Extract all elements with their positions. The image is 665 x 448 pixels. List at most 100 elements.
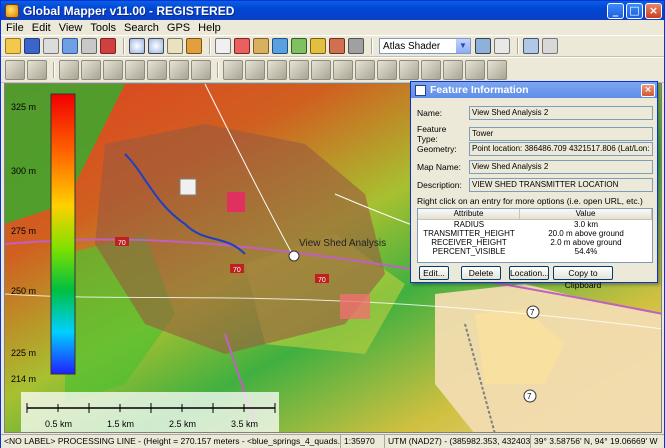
intersect-icon[interactable] <box>421 60 441 80</box>
table-row[interactable]: RADIUS 3.0 km <box>418 220 652 229</box>
chevron-down-icon[interactable]: ▼ <box>456 39 470 53</box>
column-value[interactable]: Value <box>520 209 652 219</box>
toolbar-separator <box>53 62 55 78</box>
location-button[interactable]: Location... <box>509 266 549 280</box>
star-icon[interactable] <box>542 38 558 54</box>
create-point-icon[interactable] <box>191 60 211 80</box>
draw-circle-icon[interactable] <box>289 60 309 80</box>
save-icon[interactable] <box>24 38 40 54</box>
transmitter-marker-icon[interactable] <box>288 250 300 262</box>
geometry-label: Geometry: <box>417 144 457 154</box>
move-feature-icon[interactable] <box>81 60 101 80</box>
create-area-icon[interactable] <box>5 60 25 80</box>
light-direction-icon[interactable] <box>475 38 491 54</box>
mapname-label: Map Name: <box>417 162 461 172</box>
crop-icon[interactable] <box>377 60 397 80</box>
tools-icon[interactable] <box>100 38 116 54</box>
digitizer-icon[interactable] <box>234 38 250 54</box>
difference-icon[interactable] <box>443 60 463 80</box>
type-field[interactable]: Tower <box>469 127 653 141</box>
legend-label: 325 m <box>11 102 36 112</box>
zoom-out-icon[interactable] <box>148 38 164 54</box>
smooth-line-icon[interactable] <box>169 60 189 80</box>
draw-area-icon[interactable] <box>245 60 265 80</box>
close-button[interactable]: × <box>645 2 662 19</box>
toolbar-separator <box>217 62 219 78</box>
table-row[interactable]: TRANSMITTER_HEIGHT 20.0 m above ground <box>418 229 652 238</box>
draw-line-icon[interactable] <box>223 60 243 80</box>
dialog-close-button[interactable]: × <box>641 83 655 97</box>
menu-view[interactable]: View <box>59 22 83 34</box>
maximize-button[interactable]: □ <box>626 2 643 19</box>
feature-info-dialog: Feature Information × Name: View Shed An… <box>410 81 658 290</box>
layer-icon[interactable] <box>523 38 539 54</box>
measure-icon[interactable] <box>253 38 269 54</box>
name-field[interactable]: View Shed Analysis 2 <box>469 106 653 120</box>
attr-cell: TRANSMITTER_HEIGHT <box>423 229 515 238</box>
edit-vertex-icon[interactable] <box>59 60 79 80</box>
viewshed-hit <box>340 294 370 319</box>
dialog-title-bar[interactable]: Feature Information × <box>411 82 657 98</box>
view-shed-icon[interactable] <box>310 38 326 54</box>
union-icon[interactable] <box>399 60 419 80</box>
split-line-icon[interactable] <box>125 60 145 80</box>
draw-rect-icon[interactable] <box>267 60 287 80</box>
3d-view-icon[interactable] <box>329 38 345 54</box>
open-folder-icon[interactable] <box>5 38 21 54</box>
draw-arrow-icon[interactable] <box>333 60 353 80</box>
edit-button[interactable]: Edit... <box>419 266 449 280</box>
column-attribute[interactable]: Attribute <box>418 209 520 219</box>
shader-dropdown[interactable]: Atlas Shader ▼ <box>379 38 471 54</box>
context-hint: Right click on an entry for more options… <box>417 196 643 206</box>
title-bar[interactable]: Global Mapper v11.00 - REGISTERED _ □ × <box>1 1 664 20</box>
geometry-field[interactable]: Point location: 386486.709 4321517.806 (… <box>469 142 653 156</box>
lake-feature <box>179 178 197 196</box>
elevation-legend-bar <box>50 93 76 375</box>
menu-bar: File Edit View Tools Search GPS Help <box>1 20 664 35</box>
vertical-exag-icon[interactable] <box>494 38 510 54</box>
home-icon[interactable] <box>186 38 202 54</box>
pointer-icon[interactable] <box>215 38 231 54</box>
feature-info-icon[interactable] <box>272 38 288 54</box>
mapname-field[interactable]: View Shed Analysis 2 <box>469 160 653 174</box>
route-label-7b: 7 <box>527 392 532 401</box>
table-row[interactable]: PERCENT_VISIBLE 54.4% <box>418 247 652 256</box>
copy-clipboard-button[interactable]: Copy to Clipboard <box>553 266 613 290</box>
menu-search[interactable]: Search <box>124 22 159 34</box>
scale-label: 3.5 km <box>231 419 258 429</box>
scale-label: 0.5 km <box>45 419 72 429</box>
grid-icon[interactable] <box>487 60 507 80</box>
value-cell: 54.4% <box>574 247 598 256</box>
minimize-button[interactable]: _ <box>607 2 624 19</box>
delete-button[interactable]: Delete <box>461 266 501 280</box>
status-scale: 1:35970 <box>341 435 385 448</box>
shader-value: Atlas Shader <box>383 40 441 52</box>
description-field[interactable]: VIEW SHED TRANSMITTER LOCATION <box>469 178 653 192</box>
rotate-feature-icon[interactable] <box>103 60 123 80</box>
zoom-in-icon[interactable] <box>129 38 145 54</box>
digitizer-toolbar <box>1 57 664 83</box>
draw-range-ring-icon[interactable] <box>311 60 331 80</box>
overlay-control-icon[interactable] <box>62 38 78 54</box>
legend-label: 300 m <box>11 166 36 176</box>
create-line-icon[interactable] <box>27 60 47 80</box>
menu-gps[interactable]: GPS <box>167 22 190 34</box>
print-icon[interactable] <box>43 38 59 54</box>
menu-edit[interactable]: Edit <box>32 22 51 34</box>
menu-file[interactable]: File <box>6 22 24 34</box>
type-label: Feature Type: <box>417 124 447 144</box>
join-lines-icon[interactable] <box>147 60 167 80</box>
buffer-icon[interactable] <box>355 60 375 80</box>
binoculars-icon[interactable] <box>348 38 364 54</box>
combine-icon[interactable] <box>465 60 485 80</box>
viewshed-label: View Shed Analysis <box>299 238 386 249</box>
path-profile-icon[interactable] <box>291 38 307 54</box>
attribute-table[interactable]: Attribute Value RADIUS 3.0 km TRANSMITTE… <box>417 208 653 263</box>
config-icon[interactable] <box>81 38 97 54</box>
table-row[interactable]: RECEIVER_HEIGHT 2.0 m above ground <box>418 238 652 247</box>
scale-label: 1.5 km <box>107 419 134 429</box>
toolbar-separator <box>371 38 373 54</box>
menu-tools[interactable]: Tools <box>90 22 116 34</box>
menu-help[interactable]: Help <box>198 22 221 34</box>
pan-icon[interactable] <box>167 38 183 54</box>
